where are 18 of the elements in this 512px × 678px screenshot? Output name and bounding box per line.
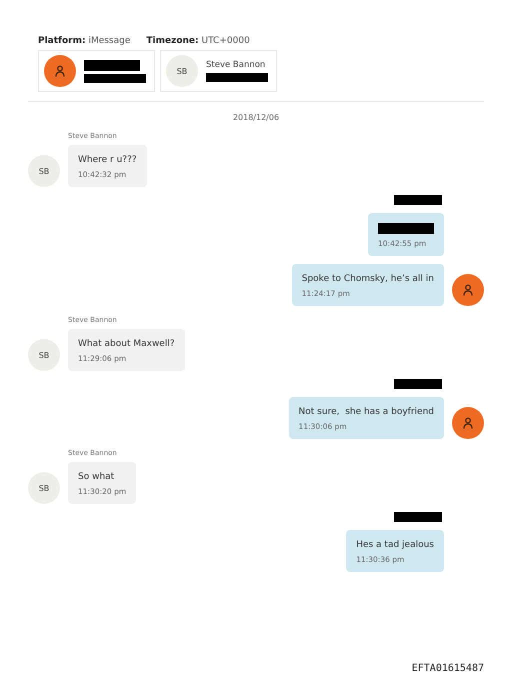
initials-avatar: SB xyxy=(28,339,60,371)
timezone-label: Timezone: UTC+0000 xyxy=(146,36,250,46)
message-text: Not sure, she has a boyfriend xyxy=(298,407,434,417)
person-icon xyxy=(54,65,66,77)
person-icon xyxy=(462,417,474,429)
initials-avatar: SB xyxy=(166,55,198,87)
initials-avatar: SB xyxy=(28,472,60,504)
person-icon xyxy=(462,284,474,296)
message-text: Hes a tad jealous xyxy=(356,540,434,550)
participant-name: Steve Bannon xyxy=(206,60,266,70)
message-text: What about Maxwell? xyxy=(78,339,175,349)
message-text: Where r u??? xyxy=(78,155,137,165)
date-label: 2018/12/06 xyxy=(232,113,280,122)
platform-label: Platform: iMessage xyxy=(38,36,130,46)
message-text: Spoke to Chomsky, he’s all in xyxy=(302,274,434,284)
message-text: So what xyxy=(78,472,116,482)
document-id: EFTA01615487 xyxy=(412,663,484,674)
initials-avatar: SB xyxy=(28,155,60,187)
